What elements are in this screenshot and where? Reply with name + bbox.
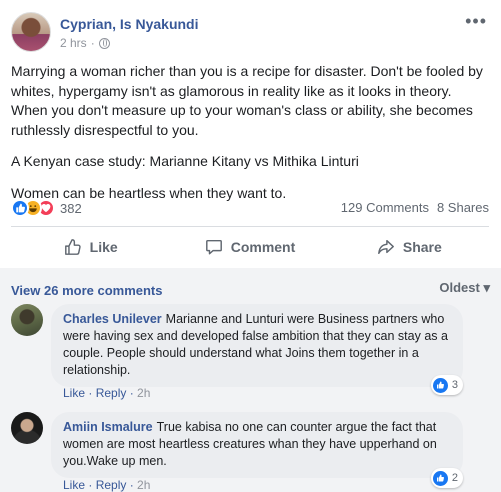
sort-dropdown[interactable]: Oldest ▾ [439,280,490,296]
speech-bubble-icon [205,239,222,255]
sort-label: Oldest [439,280,480,295]
post-meta: 2 hrs · [60,36,110,50]
shares-count[interactable]: 8 Shares [437,200,489,215]
post-paragraph: A Kenyan case study: Marianne Kitany vs … [11,153,359,169]
comment-reaction-count: 2 [451,472,458,484]
like-reaction-icon [11,199,29,217]
post-time[interactable]: 2 hrs [60,36,87,50]
thumbs-up-icon [432,470,448,486]
share-button[interactable]: Share [330,228,489,266]
commenter-name[interactable]: Amiin Ismalure [63,420,153,434]
meta-separator: · [90,36,95,50]
post-actions: Like Comment Share [11,228,489,266]
chevron-down-icon: ▾ [483,280,490,295]
comment-bubble: Charles Unilever Marianne and Lunturi wer… [51,304,463,387]
comment-item: Amiin Ismalure True kabisa no one can cou… [11,412,489,492]
comment-item: Charles Unilever Marianne and Lunturi wer… [11,304,489,400]
thumbs-up-icon [432,377,448,393]
comment-reactions[interactable]: 3 [430,375,463,395]
comment-reaction-count: 3 [451,379,458,391]
comment-button[interactable]: Comment [170,228,329,266]
comments-count[interactable]: 129 Comments [341,200,429,215]
comment-reactions[interactable]: 2 [430,468,463,488]
comment-like-link[interactable]: Like [63,478,85,492]
share-arrow-icon [377,239,394,255]
comment-time[interactable]: 2h [137,478,150,492]
comment-label: Comment [230,239,296,255]
like-label: Like [89,239,118,255]
comment-actions: Like · Reply · 2h [63,478,151,492]
commenter-name[interactable]: Charles Unilever [63,312,162,326]
more-options-icon[interactable]: ••• [465,12,487,30]
comment-bubble: Amiin Ismalure True kabisa no one can cou… [51,412,463,478]
divider [11,226,489,227]
post-paragraph: Marrying a woman richer than you is a re… [11,63,483,138]
view-more-comments-link[interactable]: View 26 more comments [11,283,163,298]
reaction-summary[interactable]: 382 [11,197,82,219]
comment-reply-link[interactable]: Reply [96,386,127,400]
post-body: Marrying a woman richer than you is a re… [11,62,489,215]
comment-actions: Like · Reply · 2h [63,386,151,400]
share-label: Share [402,239,442,255]
globe-icon[interactable] [98,37,110,49]
engagement-counts: 129 Comments 8 Shares [341,200,489,215]
comment-reply-link[interactable]: Reply [96,478,127,492]
comment-time[interactable]: 2h [137,386,150,400]
comments-section: View 26 more comments Oldest ▾ Charles U… [0,268,501,492]
commenter-avatar[interactable] [11,412,43,444]
author-avatar[interactable] [11,12,51,52]
like-button[interactable]: Like [11,228,170,266]
commenter-avatar[interactable] [11,304,43,336]
reaction-count[interactable]: 382 [60,201,82,216]
post-header: Cyprian, Is Nyakundi 2 hrs · ••• [11,12,491,56]
comment-like-link[interactable]: Like [63,386,85,400]
thumbs-up-icon [64,239,81,255]
post-author[interactable]: Cyprian, Is Nyakundi [60,16,198,32]
